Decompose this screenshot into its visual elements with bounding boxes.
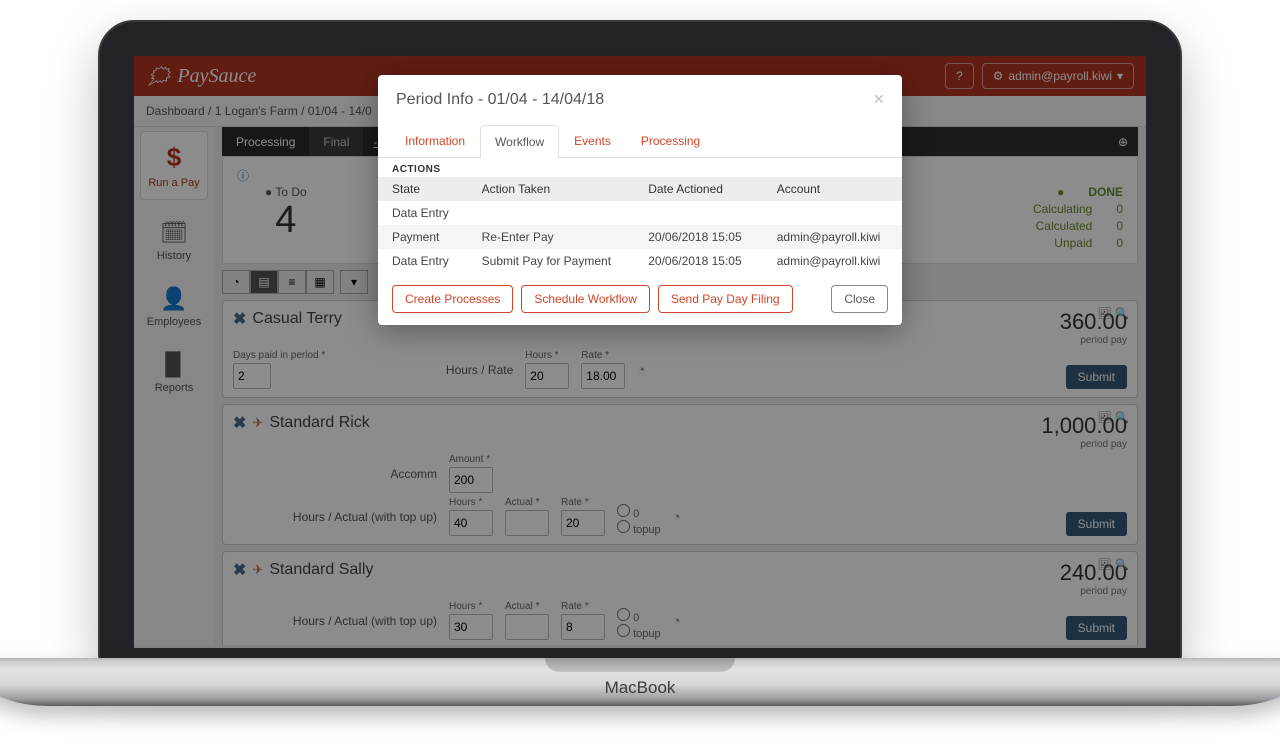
col-state: State xyxy=(378,177,468,201)
table-row: PaymentRe-Enter Pay20/06/2018 15:05admin… xyxy=(378,225,902,249)
tab-information[interactable]: Information xyxy=(390,124,480,157)
create-processes-button[interactable]: Create Processes xyxy=(392,285,513,313)
period-info-modal: Period Info - 01/04 - 14/04/18 × Informa… xyxy=(378,75,902,325)
tab-workflow[interactable]: Workflow xyxy=(480,125,559,158)
col-action: Action Taken xyxy=(468,177,635,201)
col-date: Date Actioned xyxy=(634,177,763,201)
modal-title: Period Info - 01/04 - 14/04/18 xyxy=(396,91,604,109)
close-button[interactable]: Close xyxy=(831,285,888,313)
modal-tabs: Information Workflow Events Processing xyxy=(378,124,902,158)
laptop-base: MacBook xyxy=(0,658,1280,706)
col-account: Account xyxy=(763,177,902,201)
tab-processing[interactable]: Processing xyxy=(626,124,715,157)
table-row: Data EntrySubmit Pay for Payment20/06/20… xyxy=(378,249,902,273)
schedule-workflow-button[interactable]: Schedule Workflow xyxy=(521,285,650,313)
send-filing-button[interactable]: Send Pay Day Filing xyxy=(658,285,793,313)
workflow-table: State Action Taken Date Actioned Account… xyxy=(378,177,902,273)
table-row: Data Entry xyxy=(378,201,902,225)
actions-label: ACTIONS xyxy=(378,158,902,177)
modal-close-icon[interactable]: × xyxy=(873,89,884,110)
tab-events[interactable]: Events xyxy=(559,124,626,157)
